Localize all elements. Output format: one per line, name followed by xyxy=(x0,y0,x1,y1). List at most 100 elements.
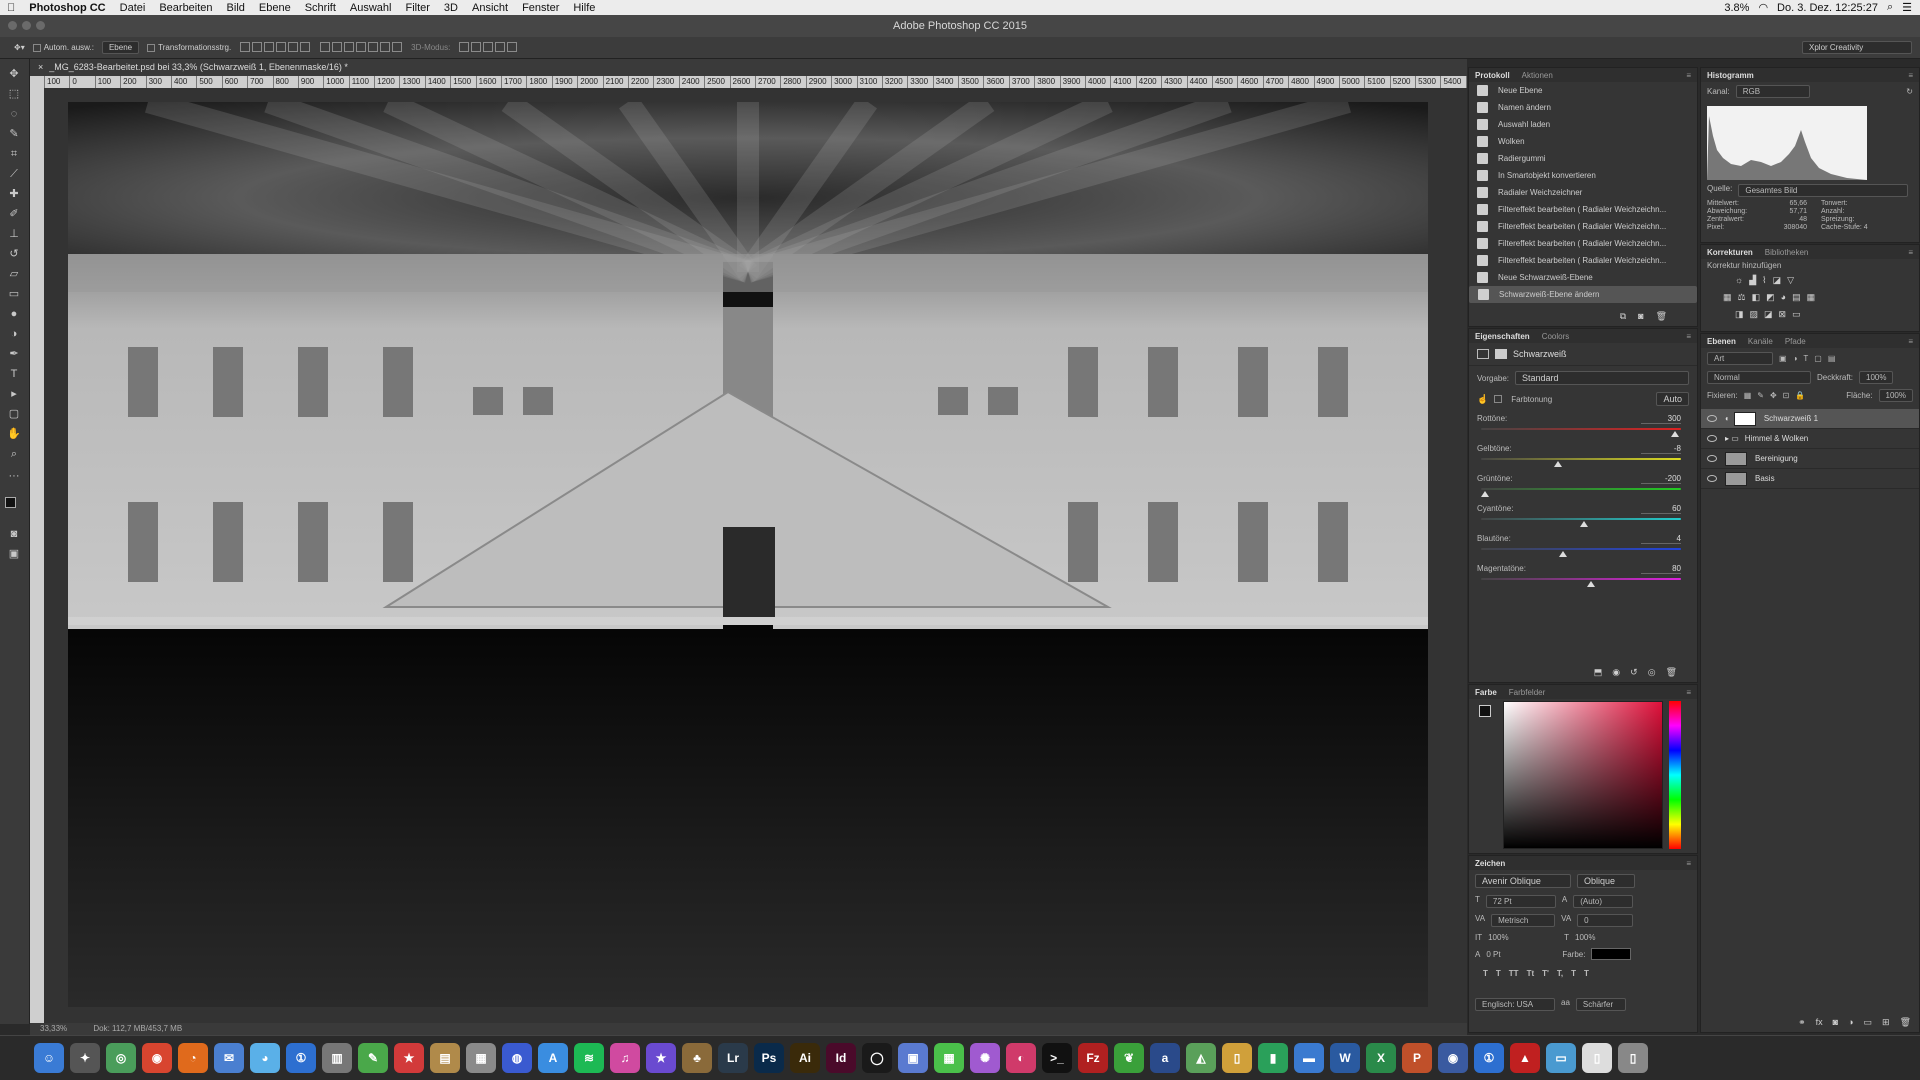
history-brush-icon[interactable]: ↺ xyxy=(6,247,22,261)
exposure-icon[interactable]: ◪ xyxy=(1773,275,1782,286)
panel-menu-icon[interactable]: ≡ xyxy=(1686,71,1691,80)
visibility-eye-icon[interactable] xyxy=(1707,475,1717,482)
tab-bibliotheken[interactable]: Bibliotheken xyxy=(1765,248,1809,257)
slider-track[interactable] xyxy=(1481,428,1681,430)
dock-powerpoint-icon[interactable]: P xyxy=(1402,1043,1432,1073)
invert-icon[interactable]: ◨ xyxy=(1735,309,1744,320)
history-state[interactable]: Schwarzweiß-Ebene ändern xyxy=(1469,286,1697,303)
dock-notes-icon[interactable]: ▥ xyxy=(322,1043,352,1073)
slider-handle[interactable] xyxy=(1671,431,1679,437)
refresh-icon[interactable]: ↻ xyxy=(1906,87,1913,96)
char-style-button[interactable]: TT xyxy=(1509,969,1519,978)
vertical-ruler[interactable] xyxy=(30,76,44,1023)
history-state[interactable]: Filtereffekt bearbeiten ( Radialer Weich… xyxy=(1469,235,1697,252)
history-state[interactable]: Neue Ebene xyxy=(1469,82,1697,99)
selective-color-icon[interactable]: ⊠ xyxy=(1779,309,1787,320)
dock-app-store-icon[interactable]: A xyxy=(538,1043,568,1073)
char-style-button[interactable]: T xyxy=(1571,969,1576,978)
new-group-icon[interactable]: ▭ xyxy=(1864,1017,1873,1028)
tab-ebenen[interactable]: Ebenen xyxy=(1707,337,1736,346)
history-state[interactable]: Filtereffekt bearbeiten ( Radialer Weich… xyxy=(1469,201,1697,218)
dock-documents-icon[interactable]: ▯ xyxy=(1582,1043,1612,1073)
folder-icon[interactable]: ▸ ▭ xyxy=(1725,434,1739,443)
layer-name[interactable]: Schwarzweiß 1 xyxy=(1764,414,1818,423)
slider-track[interactable] xyxy=(1481,488,1681,490)
dock-numbers-icon[interactable]: ▮ xyxy=(1258,1043,1288,1073)
dodge-tool-icon[interactable]: ◑ xyxy=(6,327,22,341)
char-style-button[interactable]: T xyxy=(1483,969,1488,978)
font-style-select[interactable]: Oblique xyxy=(1577,874,1635,888)
move-tool-preset-icon[interactable]: ✥▾ xyxy=(14,43,25,52)
path-select-icon[interactable]: ▸ xyxy=(6,387,22,401)
menu-ebene[interactable]: Ebene xyxy=(252,2,298,14)
vertical-scale-field[interactable]: 100% xyxy=(1488,933,1558,942)
slider-value-field[interactable]: -200 xyxy=(1641,474,1681,484)
fill-field[interactable]: 100% xyxy=(1878,389,1913,402)
dock-spotify-icon[interactable]: ≋ xyxy=(574,1043,604,1073)
dock-color-icon[interactable]: ▦ xyxy=(934,1043,964,1073)
layer-mask-thumbnail[interactable] xyxy=(1733,411,1756,426)
tracking-field[interactable]: 0 xyxy=(1577,914,1634,927)
slider-value-field[interactable]: 60 xyxy=(1641,504,1681,514)
delete-state-icon[interactable]: 🗑 xyxy=(1656,311,1667,322)
type-tool-icon[interactable]: T xyxy=(6,367,22,381)
document-image[interactable] xyxy=(68,102,1428,1007)
tab-eigenschaften[interactable]: Eigenschaften xyxy=(1475,332,1530,341)
menu-schrift[interactable]: Schrift xyxy=(298,2,343,14)
history-state[interactable]: Neue Schwarzweiß-Ebene xyxy=(1469,269,1697,286)
language-select[interactable]: Englisch: USA xyxy=(1475,998,1555,1011)
hand-adjust-icon[interactable]: ☝ xyxy=(1477,394,1488,405)
marquee-tool-icon[interactable]: ⬚ xyxy=(6,87,22,101)
visibility-eye-icon[interactable] xyxy=(1707,455,1717,462)
lock-pixels-icon[interactable]: ▦ xyxy=(1744,391,1752,400)
curves-icon[interactable]: ⌇ xyxy=(1762,275,1766,286)
dock-excel-icon[interactable]: X xyxy=(1366,1043,1396,1073)
text-color-swatch[interactable] xyxy=(1591,948,1632,960)
slider-handle[interactable] xyxy=(1587,581,1596,587)
auto-select-checkbox[interactable]: Autom. ausw.: xyxy=(32,43,94,52)
filter-shape-icon[interactable]: ▢ xyxy=(1814,354,1822,363)
zoom-level[interactable]: 33,33% xyxy=(40,1024,67,1033)
battery-status[interactable]: 3.8% xyxy=(1724,2,1749,14)
slider-track[interactable] xyxy=(1481,518,1681,520)
menu-auswahl[interactable]: Auswahl xyxy=(343,2,399,14)
dock-network2-icon[interactable]: ◉ xyxy=(1438,1043,1468,1073)
horizontal-ruler[interactable]: 100 0 100 200 300 400 500 600 700 800 900 1000 1100 1… xyxy=(44,76,1467,88)
menu-datei[interactable]: Datei xyxy=(113,2,153,14)
color-lookup-icon[interactable]: ▦ xyxy=(1807,292,1816,303)
screen-mode-icon[interactable]: ▣ xyxy=(6,547,22,561)
menu-ansicht[interactable]: Ansicht xyxy=(465,2,515,14)
tab-kanaele[interactable]: Kanäle xyxy=(1748,337,1773,346)
layer-row[interactable]: Bereinigung xyxy=(1701,449,1919,469)
delete-layer-icon[interactable]: 🗑 xyxy=(1900,1017,1911,1028)
dock-1password2-icon[interactable]: ① xyxy=(1474,1043,1504,1073)
menu-bearbeiten[interactable]: Bearbeiten xyxy=(152,2,219,14)
dock-folder-icon[interactable]: ▭ xyxy=(1546,1043,1576,1073)
notification-icon[interactable]: ☰ xyxy=(1902,1,1912,14)
visibility-eye-icon[interactable] xyxy=(1707,435,1717,442)
leading-field[interactable]: (Auto) xyxy=(1573,895,1634,908)
horizontal-scale-field[interactable]: 100% xyxy=(1575,933,1631,942)
lock-artboard-icon[interactable]: ⊡ xyxy=(1783,391,1790,400)
dock-itunes-icon[interactable]: ♫ xyxy=(610,1043,640,1073)
char-style-button[interactable]: T xyxy=(1496,969,1501,978)
quick-mask-icon[interactable]: ◙ xyxy=(6,527,22,541)
blend-mode-select[interactable]: Normal xyxy=(1707,371,1811,384)
layer-filter-select[interactable]: Art xyxy=(1707,352,1773,365)
slider-track[interactable] xyxy=(1481,578,1681,580)
document-tab[interactable]: × _MG_6283-Bearbeitet.psd bei 33,3% (Schw… xyxy=(30,59,1467,76)
vibrance-icon[interactable]: ▦ xyxy=(1723,292,1732,303)
brush-tool-icon[interactable]: ✐ xyxy=(6,207,22,221)
dock-acrobat-icon[interactable]: ▲ xyxy=(1510,1043,1540,1073)
foreground-swatch[interactable] xyxy=(1479,705,1491,717)
shape-tool-icon[interactable]: ▢ xyxy=(6,407,22,421)
history-state[interactable]: Filtereffekt bearbeiten ( Radialer Weich… xyxy=(1469,252,1697,269)
lock-move-icon[interactable]: ✥ xyxy=(1770,391,1777,400)
slider-value-field[interactable]: 80 xyxy=(1641,564,1681,574)
new-adjustment-icon[interactable]: ◑ xyxy=(1848,1017,1853,1028)
menu-bild[interactable]: Bild xyxy=(220,2,252,14)
delete-adjustment-icon[interactable]: 🗑 xyxy=(1666,667,1677,678)
foreground-color-swatch[interactable] xyxy=(5,497,16,508)
spotlight-icon[interactable]: ⌕ xyxy=(1887,1,1893,14)
antialias-select[interactable]: Schärfer xyxy=(1575,998,1626,1011)
